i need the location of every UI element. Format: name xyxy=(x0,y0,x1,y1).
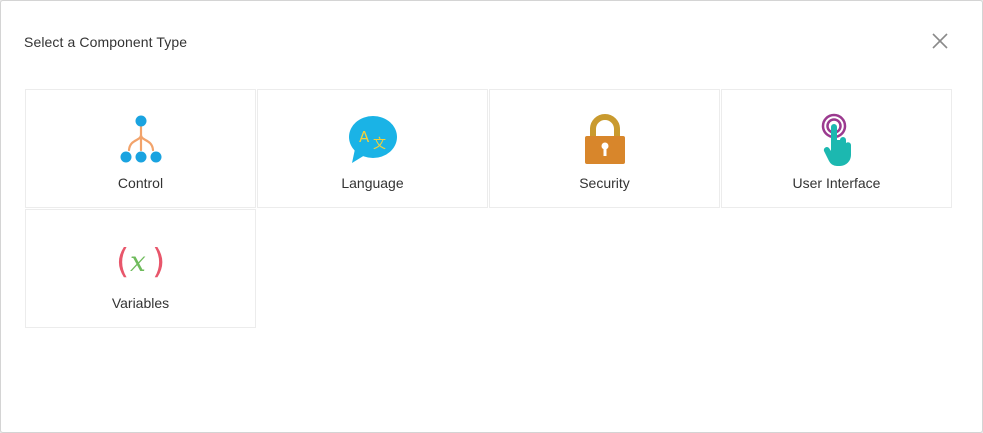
dialog-title: Select a Component Type xyxy=(24,34,188,50)
component-label: Variables xyxy=(111,295,170,311)
translate-bubble-icon: A 文 xyxy=(348,116,397,163)
svg-text:x: x xyxy=(130,245,146,278)
svg-text:(: ( xyxy=(116,242,129,282)
component-tile-language[interactable]: A 文 Language xyxy=(257,89,488,208)
touch-hand-icon xyxy=(821,113,851,166)
component-label: User Interface xyxy=(792,175,881,191)
component-tile-security[interactable]: Security xyxy=(489,89,720,208)
svg-text:A: A xyxy=(359,128,370,146)
component-type-dialog: Select a Component Type Control A 文 Lang… xyxy=(0,0,983,433)
close-icon xyxy=(932,33,948,49)
component-label: Control xyxy=(117,175,164,191)
component-label: Security xyxy=(579,175,630,191)
padlock-icon xyxy=(584,114,625,164)
svg-text:): ) xyxy=(152,242,165,282)
component-tile-user-interface[interactable]: User Interface xyxy=(721,89,952,208)
hierarchy-icon xyxy=(120,115,161,163)
close-button[interactable] xyxy=(930,31,950,51)
component-label: Language xyxy=(341,175,404,191)
svg-text:文: 文 xyxy=(373,137,386,152)
variable-x-icon: ( x ) xyxy=(116,242,165,282)
component-tile-control[interactable]: Control xyxy=(25,89,256,208)
component-tile-variables[interactable]: ( x ) Variables xyxy=(25,209,256,328)
